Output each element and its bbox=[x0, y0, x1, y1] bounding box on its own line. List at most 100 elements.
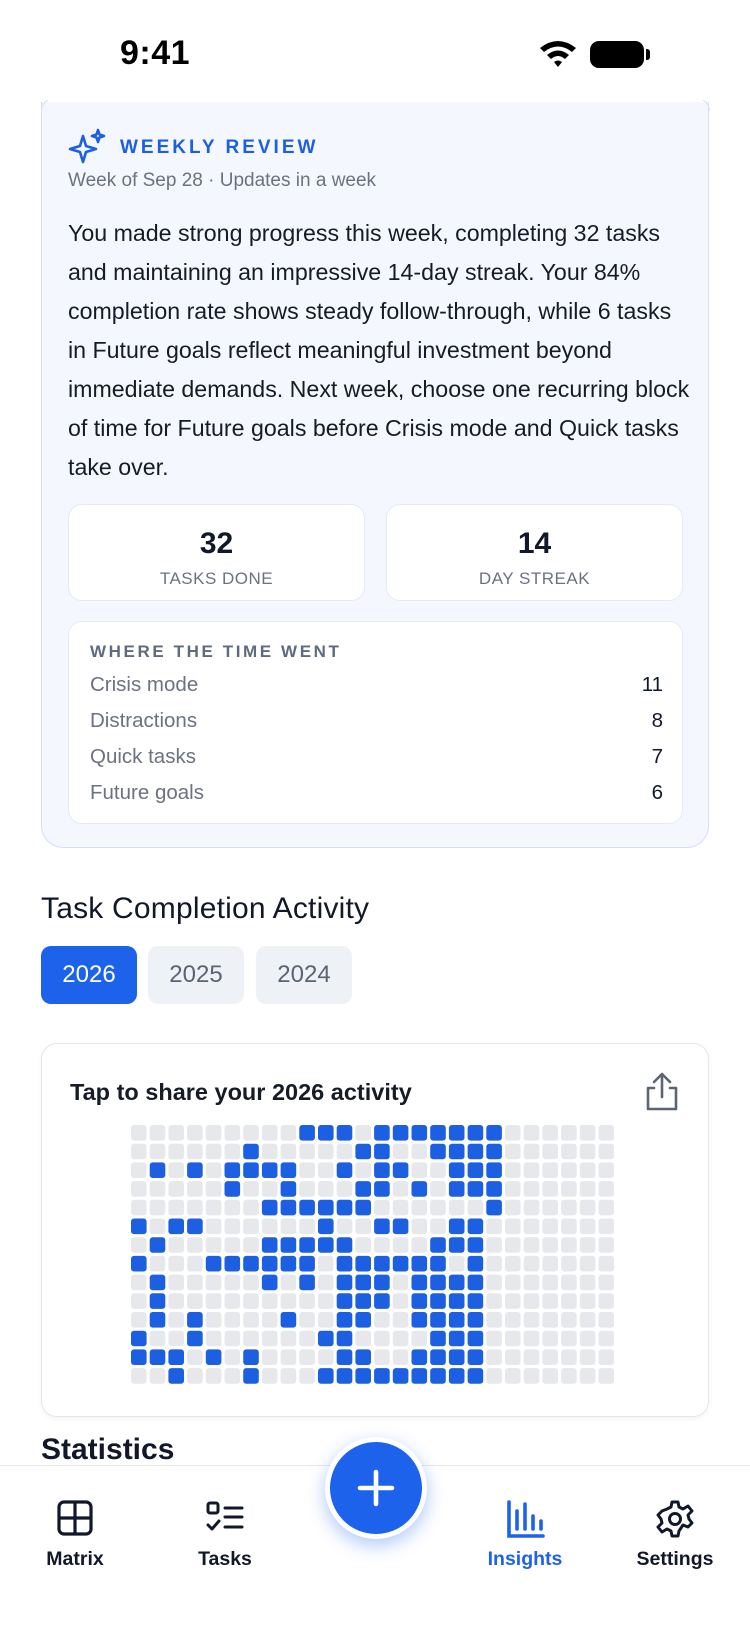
year-tab-2025[interactable]: 2025 bbox=[148, 946, 244, 1004]
activity-cell-empty bbox=[187, 1274, 203, 1291]
activity-cell-filled bbox=[336, 1274, 353, 1291]
add-task-button[interactable] bbox=[325, 1437, 427, 1539]
activity-cell-empty bbox=[542, 1330, 558, 1347]
activity-cell-empty bbox=[187, 1125, 203, 1141]
activity-cell-empty bbox=[374, 1349, 390, 1365]
activity-cell-empty bbox=[205, 1293, 222, 1309]
activity-cell-filled bbox=[430, 1330, 446, 1347]
activity-cell-empty bbox=[224, 1330, 241, 1347]
activity-cell-empty bbox=[561, 1330, 577, 1347]
activity-cell-empty bbox=[392, 1143, 409, 1160]
activity-cell-filled bbox=[374, 1218, 390, 1235]
activity-cell-empty bbox=[299, 1181, 315, 1197]
weekly-review-subtitle: Week of Sep 28 · Updates in a week bbox=[68, 170, 377, 191]
year-tab-2024[interactable]: 2024 bbox=[256, 946, 352, 1004]
activity-cell-empty bbox=[448, 1199, 465, 1216]
activity-cell-filled bbox=[299, 1255, 315, 1272]
activity-cell-filled bbox=[448, 1143, 465, 1160]
tab-insights[interactable]: Insights bbox=[460, 1466, 590, 1586]
activity-cell-empty bbox=[299, 1162, 315, 1178]
activity-cell-filled bbox=[486, 1125, 502, 1141]
activity-cell-filled bbox=[131, 1255, 147, 1272]
activity-cell-empty bbox=[392, 1312, 409, 1328]
activity-cell-empty bbox=[486, 1237, 502, 1253]
activity-cell-empty bbox=[355, 1237, 371, 1253]
activity-cell-filled bbox=[149, 1274, 166, 1291]
activity-share-card[interactable]: Tap to share your 2026 activity bbox=[41, 1043, 709, 1417]
bar-chart-icon bbox=[507, 1500, 545, 1538]
activity-cell-empty bbox=[561, 1368, 577, 1384]
activity-cell-filled bbox=[486, 1181, 502, 1197]
activity-cell-filled bbox=[336, 1162, 353, 1178]
activity-cell-filled bbox=[336, 1293, 353, 1309]
activity-section-title: Task Completion Activity bbox=[41, 892, 370, 925]
activity-cell-filled bbox=[374, 1162, 390, 1178]
activity-cell-empty bbox=[243, 1199, 259, 1216]
activity-cell-empty bbox=[411, 1237, 428, 1253]
activity-cell-filled bbox=[205, 1349, 222, 1365]
activity-cell-filled bbox=[280, 1237, 297, 1253]
activity-cell-filled bbox=[243, 1368, 259, 1384]
tab-settings[interactable]: Settings bbox=[610, 1466, 740, 1586]
activity-cell-filled bbox=[149, 1349, 166, 1365]
activity-cell-filled bbox=[448, 1274, 465, 1291]
activity-cell-empty bbox=[261, 1368, 278, 1384]
share-icon[interactable] bbox=[642, 1071, 682, 1113]
activity-cell-empty bbox=[561, 1162, 577, 1178]
activity-cell-empty bbox=[187, 1237, 203, 1253]
activity-cell-empty bbox=[168, 1162, 184, 1178]
activity-cell-filled bbox=[374, 1143, 390, 1160]
activity-cell-empty bbox=[149, 1368, 166, 1384]
activity-cell-empty bbox=[579, 1293, 596, 1309]
activity-cell-empty bbox=[411, 1143, 428, 1160]
activity-cell-empty bbox=[411, 1330, 428, 1347]
activity-cell-empty bbox=[224, 1237, 241, 1253]
activity-cell-empty bbox=[168, 1255, 184, 1272]
activity-cell-empty bbox=[411, 1218, 428, 1235]
activity-cell-empty bbox=[131, 1199, 147, 1216]
activity-cell-filled bbox=[467, 1274, 484, 1291]
year-tab-2026[interactable]: 2026 bbox=[41, 946, 137, 1004]
activity-cell-empty bbox=[168, 1199, 184, 1216]
activity-cell-empty bbox=[336, 1181, 353, 1197]
activity-cell-filled bbox=[467, 1218, 484, 1235]
activity-cell-empty bbox=[523, 1237, 540, 1253]
activity-cell-empty bbox=[336, 1143, 353, 1160]
checklist-icon bbox=[206, 1501, 244, 1531]
day-streak-label: DAY STREAK bbox=[478, 569, 591, 588]
activity-cell-filled bbox=[411, 1368, 428, 1384]
activity-cell-filled bbox=[374, 1181, 390, 1197]
activity-cell-empty bbox=[486, 1330, 502, 1347]
activity-cell-empty bbox=[579, 1349, 596, 1365]
activity-cell-empty bbox=[542, 1218, 558, 1235]
activity-cell-empty bbox=[261, 1181, 278, 1197]
activity-cell-empty bbox=[355, 1162, 371, 1178]
activity-cell-empty bbox=[542, 1237, 558, 1253]
activity-cell-empty bbox=[243, 1181, 259, 1197]
insights-scroll-area[interactable]: WEEKLY REVIEW Week of Sep 28 · Updates i… bbox=[0, 0, 750, 1465]
activity-cell-empty bbox=[131, 1162, 147, 1178]
tab-matrix[interactable]: Matrix bbox=[10, 1466, 140, 1586]
activity-cell-empty bbox=[374, 1330, 390, 1347]
activity-cell-filled bbox=[374, 1255, 390, 1272]
activity-cell-filled bbox=[486, 1199, 502, 1216]
activity-cell-empty bbox=[411, 1199, 428, 1216]
activity-cell-empty bbox=[542, 1255, 558, 1272]
activity-cell-empty bbox=[318, 1255, 334, 1272]
time-row: Future goals 6 bbox=[90, 781, 663, 811]
activity-cell-empty bbox=[224, 1199, 241, 1216]
grid-icon bbox=[57, 1500, 93, 1536]
activity-cell-empty bbox=[299, 1368, 315, 1384]
activity-cell-empty bbox=[523, 1349, 540, 1365]
activity-cell-empty bbox=[224, 1349, 241, 1365]
activity-cell-filled bbox=[224, 1162, 241, 1178]
activity-cell-empty bbox=[318, 1274, 334, 1291]
tab-tasks[interactable]: Tasks bbox=[160, 1466, 290, 1586]
activity-cell-empty bbox=[486, 1349, 502, 1365]
activity-cell-empty bbox=[149, 1218, 166, 1235]
activity-cell-empty bbox=[486, 1368, 502, 1384]
weekly-review-card: WEEKLY REVIEW Week of Sep 28 · Updates i… bbox=[40, 98, 710, 848]
activity-cell-filled bbox=[448, 1181, 465, 1197]
activity-cell-empty bbox=[523, 1274, 540, 1291]
activity-cell-empty bbox=[523, 1255, 540, 1272]
